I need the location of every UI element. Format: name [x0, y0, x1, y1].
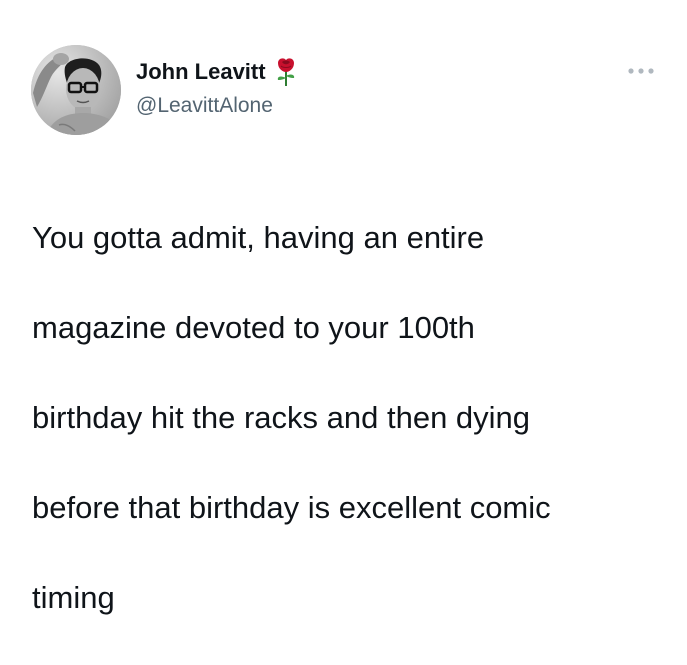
- tweet-text-line: timing: [32, 580, 115, 615]
- avatar[interactable]: [31, 45, 121, 135]
- tweet-text: You gotta admit, having an entire magazi…: [32, 170, 662, 665]
- tweet-text-line: You gotta admit, having an entire: [32, 220, 485, 255]
- profile-photo-icon: [31, 45, 121, 135]
- more-options-icon: [628, 68, 654, 74]
- tweet-card: John Leavitt @LeavittAlone You gotta adm…: [0, 0, 687, 615]
- author-name-row[interactable]: John Leavitt: [136, 57, 298, 87]
- display-name[interactable]: John Leavitt: [136, 57, 266, 87]
- tweet-text-line: magazine devoted to your 100th: [32, 310, 475, 345]
- tweet-text-line: birthday hit the racks and then dying: [32, 400, 531, 435]
- user-handle[interactable]: @LeavittAlone: [136, 92, 273, 120]
- more-options-button[interactable]: [624, 58, 658, 84]
- rose-icon: [274, 57, 298, 87]
- tweet-text-line: before that birthday is excellent comic: [32, 490, 551, 525]
